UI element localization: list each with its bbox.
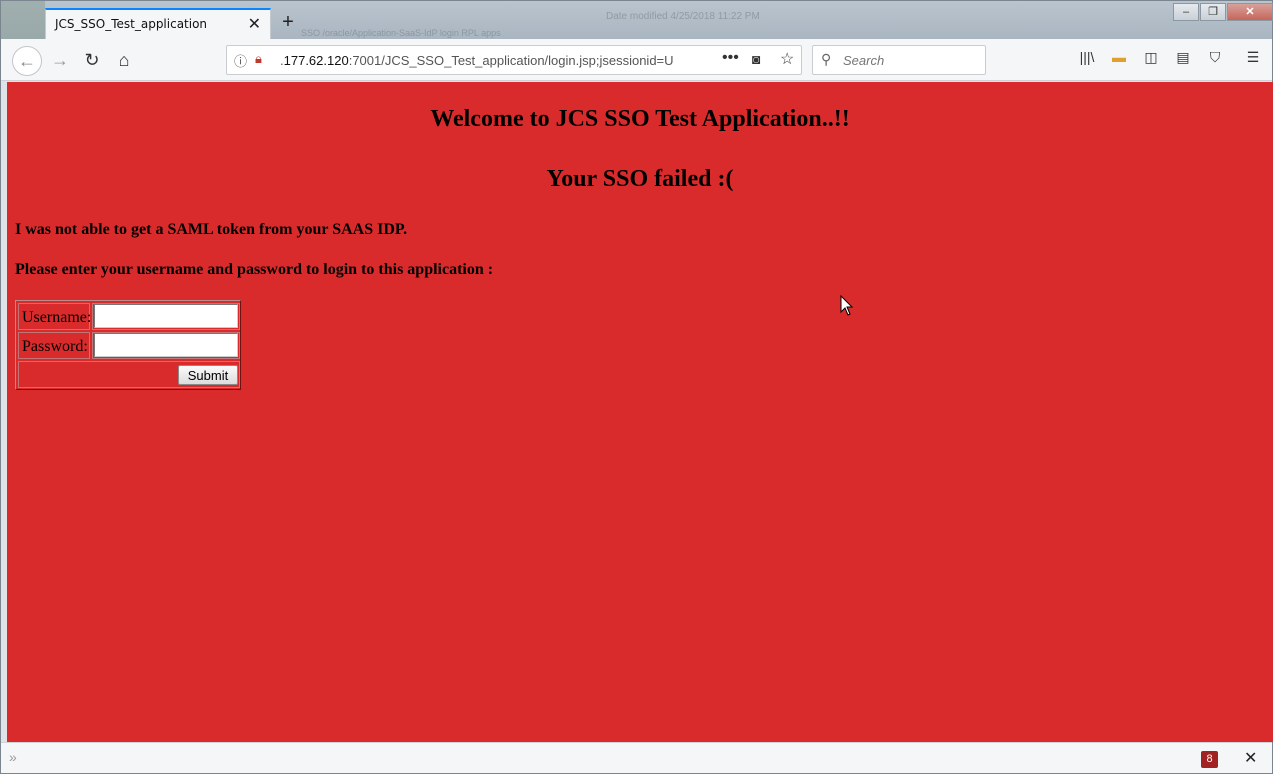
tab-close-icon[interactable]: ✕: [248, 14, 261, 34]
page-actions-icon[interactable]: •••: [722, 49, 739, 67]
insecure-lock-icon[interactable]: 🔒︎: [255, 51, 262, 67]
saml-error-message: I was not able to get a SAML token from …: [15, 221, 408, 238]
tab-title: JCS_SSO_Test_application: [55, 17, 208, 31]
background-window-blur: [1, 1, 45, 39]
close-bar-icon[interactable]: ✕: [1244, 748, 1257, 768]
shield-icon[interactable]: ⛉: [1205, 49, 1225, 69]
forward-button[interactable]: →: [45, 46, 75, 76]
window-close-button[interactable]: ✕: [1227, 3, 1273, 21]
password-label: Password:: [18, 332, 90, 359]
back-button[interactable]: ←: [12, 46, 42, 76]
search-input[interactable]: [843, 50, 981, 70]
login-form: Username: Password: Submit: [15, 300, 241, 390]
pocket-icon[interactable]: ◙: [752, 51, 760, 67]
search-icon: ⚲: [821, 51, 832, 67]
url-bar[interactable]: ⓘ 🔒︎ .177.62.120:7001/JCS_SSO_Test_appli…: [226, 45, 802, 75]
url-path: :7001/JCS_SSO_Test_application/login.jsp…: [348, 53, 674, 68]
new-tab-button[interactable]: +: [277, 11, 299, 33]
reload-button[interactable]: ↻: [77, 46, 107, 76]
bottom-bar: » 8 ✕: [1, 742, 1272, 773]
bookmark-star-icon[interactable]: ☆: [780, 49, 794, 69]
password-input[interactable]: [94, 333, 238, 357]
library-icon[interactable]: |||\: [1077, 49, 1097, 69]
reader-icon[interactable]: ▤: [1173, 49, 1193, 69]
tab-active[interactable]: JCS_SSO_Test_application ✕: [45, 8, 271, 39]
mouse-cursor-icon: [840, 295, 854, 316]
page-heading: Welcome to JCS SSO Test Application..!!: [430, 106, 850, 132]
extension-icon[interactable]: ▬: [1109, 49, 1129, 69]
background-window-text: Date modified 4/25/2018 11:22 PM: [606, 11, 760, 22]
maximize-button[interactable]: ❐: [1200, 3, 1226, 21]
expand-chevron-icon[interactable]: »: [9, 749, 17, 765]
notification-badge[interactable]: 8: [1201, 751, 1218, 768]
sso-failed-heading: Your SSO failed :(: [546, 166, 734, 192]
browser-window: Date modified 4/25/2018 11:22 PM SSO /or…: [0, 0, 1273, 774]
background-window-text-2: SSO /oracle/Application-SaaS-IdP login R…: [301, 28, 501, 38]
tab-strip: Date modified 4/25/2018 11:22 PM SSO /or…: [1, 1, 1273, 39]
search-bar[interactable]: ⚲: [812, 45, 986, 75]
login-prompt: Please enter your username and password …: [15, 261, 494, 278]
minimize-button[interactable]: –: [1173, 3, 1199, 21]
navigation-toolbar: ← → ↻ ⌂ ⓘ 🔒︎ .177.62.120:7001/JCS_SSO_Te…: [1, 39, 1272, 81]
site-info-icon[interactable]: ⓘ: [234, 51, 247, 70]
home-button[interactable]: ⌂: [109, 46, 139, 76]
page-content: Welcome to JCS SSO Test Application..!! …: [7, 82, 1273, 742]
sidebar-icon[interactable]: ◫: [1141, 49, 1161, 69]
url-host: 177.62.120: [283, 53, 349, 68]
url-text[interactable]: .177.62.120:7001/JCS_SSO_Test_applicatio…: [280, 53, 690, 68]
menu-icon[interactable]: ☰: [1243, 49, 1263, 69]
submit-button[interactable]: Submit: [178, 365, 238, 385]
username-label: Username:: [18, 303, 91, 330]
username-input[interactable]: [94, 304, 238, 328]
